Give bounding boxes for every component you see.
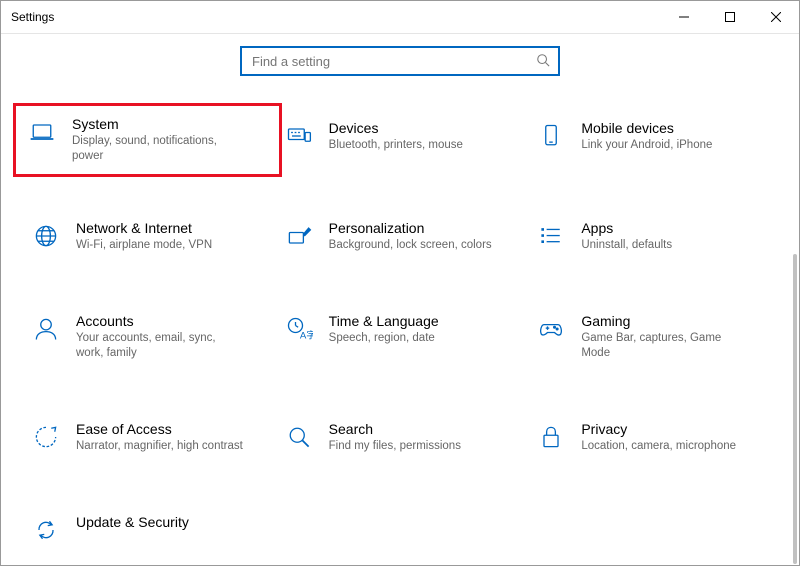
tile-desc: Bluetooth, printers, mouse: [329, 138, 463, 153]
person-icon: [30, 313, 62, 345]
tile-update-security[interactable]: Update & Security: [26, 510, 269, 550]
gamepad-icon: [535, 313, 567, 345]
titlebar: Settings: [1, 1, 799, 34]
tile-text: Accounts Your accounts, email, sync, wor…: [76, 313, 246, 361]
tile-title: Accounts: [76, 313, 246, 329]
tile-text: Apps Uninstall, defaults: [581, 220, 672, 253]
phone-icon: [535, 120, 567, 152]
accessibility-icon: [30, 421, 62, 453]
tile-text: Time & Language Speech, region, date: [329, 313, 439, 346]
tile-title: Personalization: [329, 220, 492, 236]
tile-title: Ease of Access: [76, 421, 243, 437]
tile-text: Update & Security: [76, 514, 189, 532]
tile-text: Mobile devices Link your Android, iPhone: [581, 120, 712, 153]
tile-text: Ease of Access Narrator, magnifier, high…: [76, 421, 243, 454]
tile-system[interactable]: System Display, sound, notifications, po…: [13, 103, 282, 177]
settings-window: Settings Sys: [0, 0, 800, 566]
tile-ease-of-access[interactable]: Ease of Access Narrator, magnifier, high…: [26, 417, 269, 458]
window-title: Settings: [11, 10, 54, 24]
tile-title: Time & Language: [329, 313, 439, 329]
svg-text:A字: A字: [300, 329, 313, 341]
tile-text: Personalization Background, lock screen,…: [329, 220, 492, 253]
tile-text: Search Find my files, permissions: [329, 421, 461, 454]
tile-text: Network & Internet Wi-Fi, airplane mode,…: [76, 220, 212, 253]
tile-desc: Background, lock screen, colors: [329, 238, 492, 253]
tile-title: Network & Internet: [76, 220, 212, 236]
tile-search[interactable]: Search Find my files, permissions: [279, 417, 522, 458]
laptop-icon: [26, 116, 58, 148]
tile-desc: Game Bar, captures, Game Mode: [581, 331, 751, 361]
tile-time-language[interactable]: A字 Time & Language Speech, region, date: [279, 309, 522, 365]
keyboard-icon: [283, 120, 315, 152]
tile-title: Devices: [329, 120, 463, 136]
minimize-button[interactable]: [661, 1, 707, 33]
search-input[interactable]: [250, 53, 536, 70]
paintbrush-icon: [283, 220, 315, 252]
tile-title: Search: [329, 421, 461, 437]
tile-gaming[interactable]: Gaming Game Bar, captures, Game Mode: [531, 309, 774, 365]
tile-text: Gaming Game Bar, captures, Game Mode: [581, 313, 751, 361]
tile-desc: Link your Android, iPhone: [581, 138, 712, 153]
tile-desc: Find my files, permissions: [329, 439, 461, 454]
tile-network[interactable]: Network & Internet Wi-Fi, airplane mode,…: [26, 216, 269, 257]
tile-desc: Your accounts, email, sync, work, family: [76, 331, 246, 361]
tile-privacy[interactable]: Privacy Location, camera, microphone: [531, 417, 774, 458]
tile-desc: Location, camera, microphone: [581, 439, 736, 454]
magnifier-icon: [283, 421, 315, 453]
tile-desc: Wi-Fi, airplane mode, VPN: [76, 238, 212, 253]
update-icon: [30, 514, 62, 546]
scrollbar-thumb[interactable]: [793, 254, 797, 564]
search-icon: [536, 53, 550, 70]
tile-desc: Narrator, magnifier, high contrast: [76, 439, 243, 454]
tile-desc: Display, sound, notifications, power: [72, 134, 242, 164]
maximize-button[interactable]: [707, 1, 753, 33]
tile-title: Update & Security: [76, 514, 189, 530]
tile-mobile-devices[interactable]: Mobile devices Link your Android, iPhone: [531, 116, 774, 164]
clock-language-icon: A字: [283, 313, 315, 345]
list-icon: [535, 220, 567, 252]
tile-title: System: [72, 116, 242, 132]
search-box[interactable]: [240, 46, 560, 76]
tile-text: System Display, sound, notifications, po…: [72, 116, 242, 164]
tile-desc: Speech, region, date: [329, 331, 439, 346]
tile-personalization[interactable]: Personalization Background, lock screen,…: [279, 216, 522, 257]
tile-text: Devices Bluetooth, printers, mouse: [329, 120, 463, 153]
categories-grid: System Display, sound, notifications, po…: [1, 116, 799, 566]
tile-title: Gaming: [581, 313, 751, 329]
lock-icon: [535, 421, 567, 453]
tile-title: Apps: [581, 220, 672, 236]
globe-icon: [30, 220, 62, 252]
tile-text: Privacy Location, camera, microphone: [581, 421, 736, 454]
tile-title: Privacy: [581, 421, 736, 437]
tile-desc: Uninstall, defaults: [581, 238, 672, 253]
close-button[interactable]: [753, 1, 799, 33]
tile-devices[interactable]: Devices Bluetooth, printers, mouse: [279, 116, 522, 164]
search-container: [1, 46, 799, 76]
tile-title: Mobile devices: [581, 120, 712, 136]
tile-apps[interactable]: Apps Uninstall, defaults: [531, 216, 774, 257]
content-area: System Display, sound, notifications, po…: [1, 34, 799, 566]
tile-accounts[interactable]: Accounts Your accounts, email, sync, wor…: [26, 309, 269, 365]
